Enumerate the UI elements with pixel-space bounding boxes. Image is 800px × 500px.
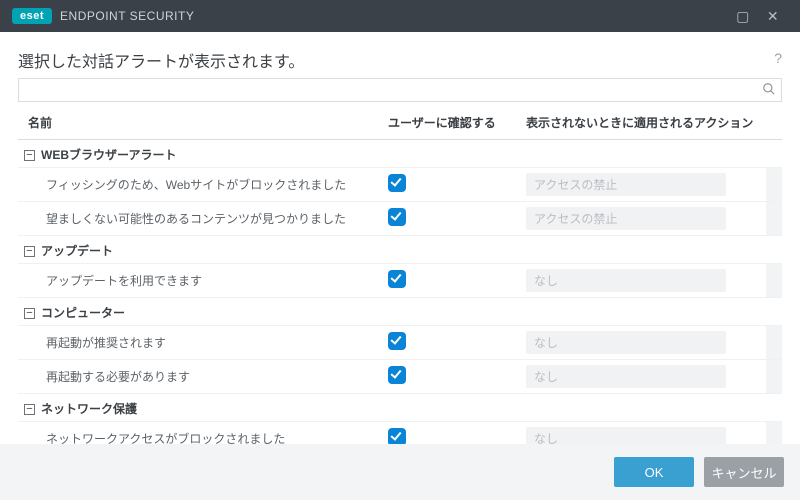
col-action[interactable]: 表示されないときに適用されるアクション	[516, 106, 766, 140]
group-row[interactable]: −WEBブラウザーアラート	[18, 140, 782, 168]
search-input[interactable]	[18, 78, 782, 102]
group-label: アップデート	[41, 244, 113, 258]
item-name: 望ましくない可能性のあるコンテンツが見つかりました	[18, 202, 378, 236]
item-name: フィッシングのため、Webサイトがブロックされました	[18, 168, 378, 202]
action-dropdown[interactable]: アクセスの禁止	[526, 173, 726, 196]
item-name: 再起動が推奨されます	[18, 326, 378, 360]
table-row[interactable]: 再起動が推奨されます なし	[18, 326, 782, 360]
window-close-icon[interactable]: ✕	[758, 8, 788, 25]
ok-button[interactable]: OK	[614, 457, 694, 487]
collapse-icon[interactable]: −	[24, 150, 35, 161]
table-row[interactable]: 望ましくない可能性のあるコンテンツが見つかりました アクセスの禁止	[18, 202, 782, 236]
group-row[interactable]: −コンピューター	[18, 298, 782, 326]
ask-user-checkbox[interactable]	[388, 208, 406, 226]
table-row[interactable]: アップデートを利用できます なし	[18, 264, 782, 298]
collapse-icon[interactable]: −	[24, 404, 35, 415]
table-row[interactable]: 再起動する必要があります なし	[18, 360, 782, 394]
action-dropdown[interactable]: なし	[526, 331, 726, 354]
ask-user-checkbox[interactable]	[388, 270, 406, 288]
group-row[interactable]: −ネットワーク保護	[18, 394, 782, 422]
ask-user-checkbox[interactable]	[388, 332, 406, 350]
ask-user-checkbox[interactable]	[388, 174, 406, 192]
table-row[interactable]: フィッシングのため、Webサイトがブロックされました アクセスの禁止	[18, 168, 782, 202]
alerts-table: 名前 ユーザーに確認する 表示されないときに適用されるアクション −WEBブラウ…	[18, 106, 782, 490]
cancel-button[interactable]: キャンセル	[704, 457, 784, 487]
ask-user-checkbox[interactable]	[388, 366, 406, 384]
titlebar: eset ENDPOINT SECURITY ▢ ✕	[0, 0, 800, 32]
dialog-footer: OK キャンセル	[0, 444, 800, 500]
col-ask-user[interactable]: ユーザーに確認する	[378, 106, 516, 140]
group-label: コンピューター	[41, 306, 125, 320]
window-maximize-icon[interactable]: ▢	[728, 8, 758, 25]
action-dropdown[interactable]: なし	[526, 365, 726, 388]
help-icon[interactable]: ?	[774, 48, 782, 72]
item-name: 再起動する必要があります	[18, 360, 378, 394]
collapse-icon[interactable]: −	[24, 246, 35, 257]
product-name: ENDPOINT SECURITY	[60, 9, 194, 23]
action-dropdown[interactable]: アクセスの禁止	[526, 207, 726, 230]
dialog-title: 選択した対話アラートが表示されます。	[18, 48, 774, 72]
collapse-icon[interactable]: −	[24, 308, 35, 319]
item-name: アップデートを利用できます	[18, 264, 378, 298]
col-name[interactable]: 名前	[18, 106, 378, 140]
group-label: ネットワーク保護	[41, 402, 137, 416]
group-label: WEBブラウザーアラート	[41, 148, 177, 162]
group-row[interactable]: −アップデート	[18, 236, 782, 264]
brand-badge: eset	[12, 8, 52, 24]
action-dropdown[interactable]: なし	[526, 269, 726, 292]
vertical-scrollbar[interactable]	[766, 106, 782, 140]
